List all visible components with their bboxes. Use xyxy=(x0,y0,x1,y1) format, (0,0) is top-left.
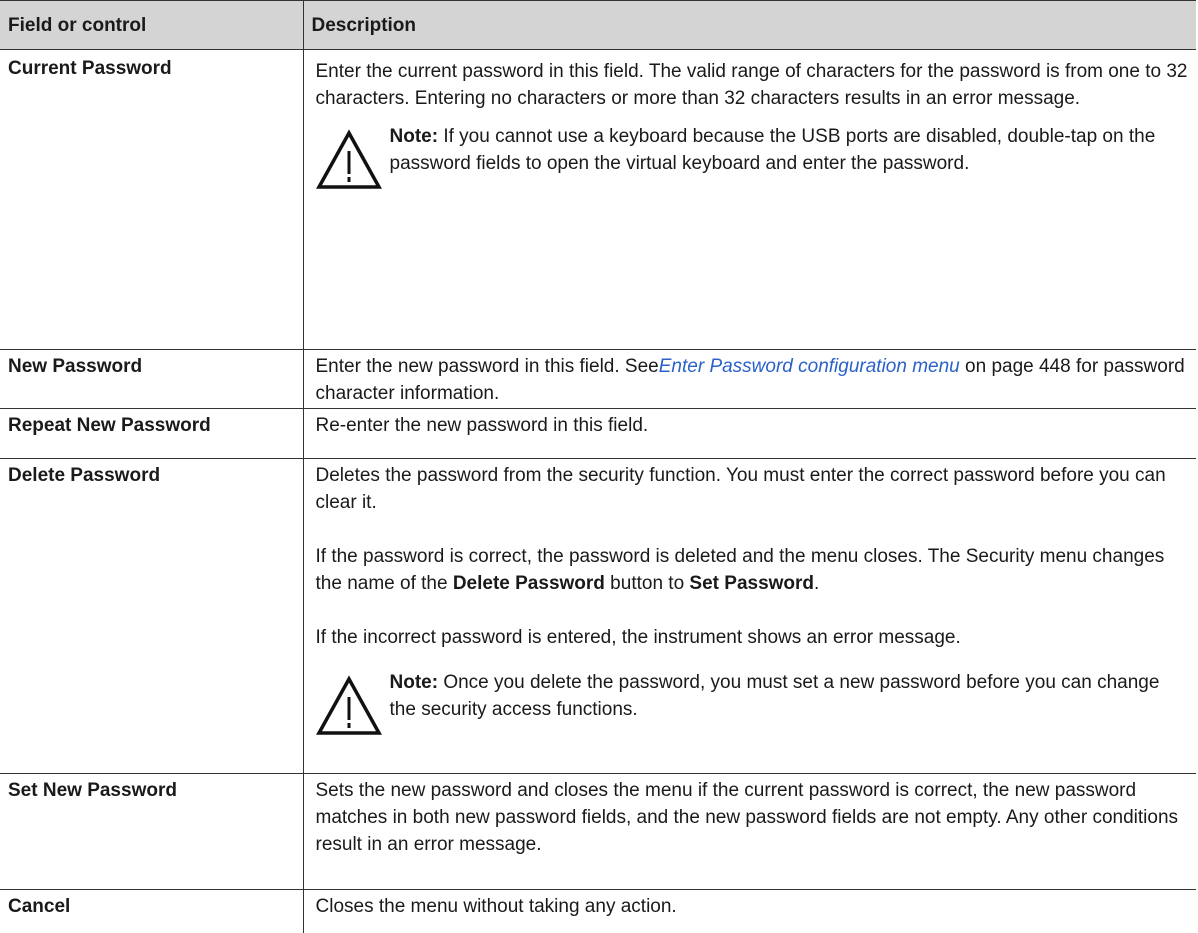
field-description: Enter the current password in this field… xyxy=(303,50,1196,350)
text-before-link: Enter the new password in this field. Se… xyxy=(316,356,659,377)
table-header-row: Field or control Description xyxy=(0,1,1196,50)
table-row: Current Password Enter the current passw… xyxy=(0,50,1196,350)
note-label: Note: xyxy=(390,126,439,147)
header-field: Field or control xyxy=(0,1,303,50)
note-body: Once you delete the password, you must s… xyxy=(390,672,1160,720)
warning-triangle-icon xyxy=(316,675,382,737)
field-name: Repeat New Password xyxy=(0,409,303,459)
field-description: Sets the new password and closes the men… xyxy=(303,774,1196,890)
note-text: Note: Once you delete the password, you … xyxy=(390,669,1189,723)
table-row: New Password Enter the new password in t… xyxy=(0,350,1196,409)
field-description: Enter the new password in this field. Se… xyxy=(303,350,1196,409)
field-name: Set New Password xyxy=(0,774,303,890)
description-paragraph: If the incorrect password is entered, th… xyxy=(316,624,1189,651)
paragraph-text: . xyxy=(814,573,819,594)
field-description: Closes the menu without taking any actio… xyxy=(303,890,1196,933)
delete-password-term: Delete Password xyxy=(453,573,605,594)
description-paragraph: Deletes the password from the security f… xyxy=(316,462,1189,516)
note-text: Note: If you cannot use a keyboard becau… xyxy=(390,123,1189,177)
table-row: Set New Password Sets the new password a… xyxy=(0,774,1196,890)
description-text: Enter the current password in this field… xyxy=(316,58,1189,112)
description-text: Re-enter the new password in this field. xyxy=(316,412,1189,439)
note-label: Note: xyxy=(390,672,439,693)
field-description: Re-enter the new password in this field. xyxy=(303,409,1196,459)
table-row: Delete Password Deletes the password fro… xyxy=(0,459,1196,774)
description-text: Closes the menu without taking any actio… xyxy=(316,893,1189,920)
field-description: Deletes the password from the security f… xyxy=(303,459,1196,774)
set-password-term: Set Password xyxy=(689,573,814,594)
table-row: Repeat New Password Re-enter the new pas… xyxy=(0,409,1196,459)
note-block: Note: If you cannot use a keyboard becau… xyxy=(316,123,1189,191)
description-text: Sets the new password and closes the men… xyxy=(316,777,1189,858)
enter-password-menu-link[interactable]: Enter Password configuration menu xyxy=(659,356,960,377)
field-name: Current Password xyxy=(0,50,303,350)
field-name: Cancel xyxy=(0,890,303,933)
table-row: Cancel Closes the menu without taking an… xyxy=(0,890,1196,933)
paragraph-text: button to xyxy=(605,573,690,594)
field-description-table: Field or control Description Current Pas… xyxy=(0,0,1196,933)
description-paragraph: If the password is correct, the password… xyxy=(316,543,1189,597)
note-block: Note: Once you delete the password, you … xyxy=(316,669,1189,737)
header-description: Description xyxy=(303,1,1196,50)
note-body: If you cannot use a keyboard because the… xyxy=(390,126,1156,174)
field-name: New Password xyxy=(0,350,303,409)
warning-triangle-icon xyxy=(316,129,382,191)
description-text: Enter the new password in this field. Se… xyxy=(316,353,1189,407)
field-name: Delete Password xyxy=(0,459,303,774)
